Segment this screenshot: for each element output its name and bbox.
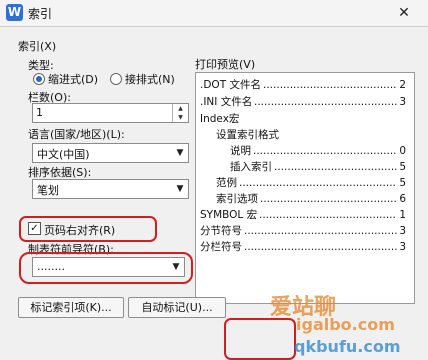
preview-row: .DOT 文件名 2...............................… <box>200 79 406 91</box>
window-title: 索引 <box>28 7 53 21</box>
leader-dots: ........................................… <box>263 79 397 91</box>
close-button[interactable]: ✕ <box>385 2 423 24</box>
sort-value: 笔划 <box>37 184 59 197</box>
leader-dots: ........................................… <box>254 96 397 108</box>
language-label: 语言(国家/地区)(L): <box>28 128 125 141</box>
leader-dots: ........................................… <box>244 241 397 253</box>
columns-value: 1 <box>36 106 43 119</box>
indent-radio-label: 缩进式(D) <box>48 73 99 86</box>
preview-row: 设置索引格式 <box>216 129 279 141</box>
chevron-down-icon: ▼ <box>176 148 184 158</box>
runin-radio[interactable] <box>110 73 122 85</box>
watermark-url-2: qkbufu.com <box>294 337 401 356</box>
title-bar: W 索引 ✕ <box>0 0 428 27</box>
dialog-body: 索引(X) 类型: 缩进式(D) 接排式(N) 栏数(O): 1 ▲ ▼ 语言(国… <box>0 27 428 360</box>
preview-row: 插入索引 5...................................… <box>230 161 406 173</box>
preview-row: SYMBOL 宏 1...............................… <box>200 209 406 221</box>
right-align-label: 页码右对齐(R) <box>44 224 116 237</box>
ok-button-highlight <box>224 318 296 360</box>
language-value: 中文(中国) <box>37 148 90 161</box>
leader-dots: ........................................… <box>274 161 397 173</box>
watermark-url: igalbo.com <box>296 315 395 334</box>
mark-entry-button[interactable]: 标记索引项(K)... <box>18 297 124 318</box>
leader-dots: ........................................… <box>244 225 397 237</box>
stepper-arrows-icon[interactable]: ▲ ▼ <box>172 104 188 122</box>
index-tab-label[interactable]: 索引(X) <box>18 38 56 54</box>
columns-stepper[interactable]: 1 ▲ ▼ <box>32 103 189 123</box>
wps-app-icon: W <box>6 4 23 21</box>
sort-select[interactable]: 笔划 ▼ <box>32 179 189 199</box>
preview-row: 分节符号 3...................................… <box>200 225 406 237</box>
sort-label: 排序依据(S): <box>28 166 92 179</box>
close-icon: ✕ <box>398 5 410 21</box>
language-select[interactable]: 中文(中国) ▼ <box>32 143 189 163</box>
preview-row: 索引选项 6...................................… <box>216 193 406 205</box>
right-align-checkbox[interactable]: ✓ <box>28 222 41 235</box>
leader-dots: ........................................… <box>260 193 397 205</box>
runin-radio-label: 接排式(N) <box>125 73 175 86</box>
leader-dots: ........................................… <box>259 209 397 221</box>
preview-row: Index宏 <box>200 113 240 125</box>
chevron-down-icon: ▼ <box>176 184 184 194</box>
tab-leader-highlight <box>19 252 193 284</box>
leader-dots: ........................................… <box>239 177 397 189</box>
preview-row: 范例 5.....................................… <box>216 177 406 189</box>
preview-label: 打印预览(V) <box>195 58 256 71</box>
indent-radio[interactable] <box>33 73 45 85</box>
print-preview-box: .DOT 文件名 2...............................… <box>195 72 415 304</box>
preview-row: 说明 0.....................................… <box>230 145 406 157</box>
auto-mark-button[interactable]: 自动标记(U)... <box>128 297 226 318</box>
preview-row: 分栏符号 3...................................… <box>200 241 406 253</box>
preview-row: .INI 文件名 3...............................… <box>200 96 406 108</box>
leader-dots: ........................................… <box>253 145 397 157</box>
